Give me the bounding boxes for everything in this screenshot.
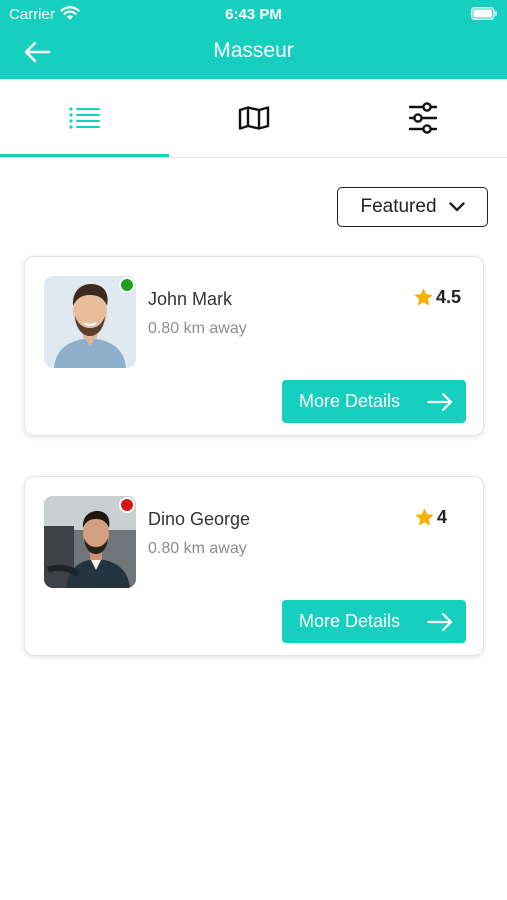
rating: 4.5 [413, 287, 461, 308]
busy-status-dot [119, 497, 135, 513]
view-tabs [0, 79, 507, 158]
active-tab-indicator [0, 154, 169, 157]
masseur-name: Dino George [148, 509, 251, 529]
sort-dropdown[interactable]: Featured [337, 187, 488, 227]
tab-map-view[interactable] [169, 79, 338, 157]
arrow-right-icon [427, 392, 453, 411]
rating-value: 4.5 [435, 287, 461, 307]
rating: 4 [414, 507, 447, 528]
more-details-button[interactable]: More Details [282, 600, 466, 643]
rating-value: 4 [436, 507, 447, 527]
sliders-icon [408, 102, 437, 134]
map-icon [238, 106, 269, 130]
clock-time: 6:43 PM [225, 6, 282, 23]
app-header: Carrier 6:43 PM Masseur [0, 0, 507, 79]
list-icon [68, 107, 100, 129]
page-title: Masseur [213, 39, 294, 62]
sort-selected-label: Featured [360, 196, 437, 217]
tab-list-view[interactable] [0, 79, 169, 157]
star-icon [415, 508, 434, 526]
online-status-dot [119, 277, 135, 293]
masseur-distance: 0.80 km away [148, 540, 247, 557]
star-icon [414, 288, 433, 306]
masseur-name: John Mark [148, 289, 233, 309]
masseur-distance: 0.80 km away [148, 320, 247, 337]
more-details-label: More Details [299, 391, 401, 411]
chevron-down-icon [448, 202, 465, 212]
status-bar: Carrier 6:43 PM [0, 0, 507, 28]
more-details-button[interactable]: More Details [282, 380, 466, 423]
masseur-card[interactable]: John Mark 0.80 km away 4.5 More Details [24, 256, 484, 436]
battery-icon [471, 7, 497, 20]
tab-filter[interactable] [338, 79, 507, 157]
more-details-label: More Details [299, 611, 401, 631]
arrow-right-icon [427, 612, 453, 631]
masseur-card[interactable]: Dino George 0.80 km away 4 More Details [24, 476, 484, 656]
